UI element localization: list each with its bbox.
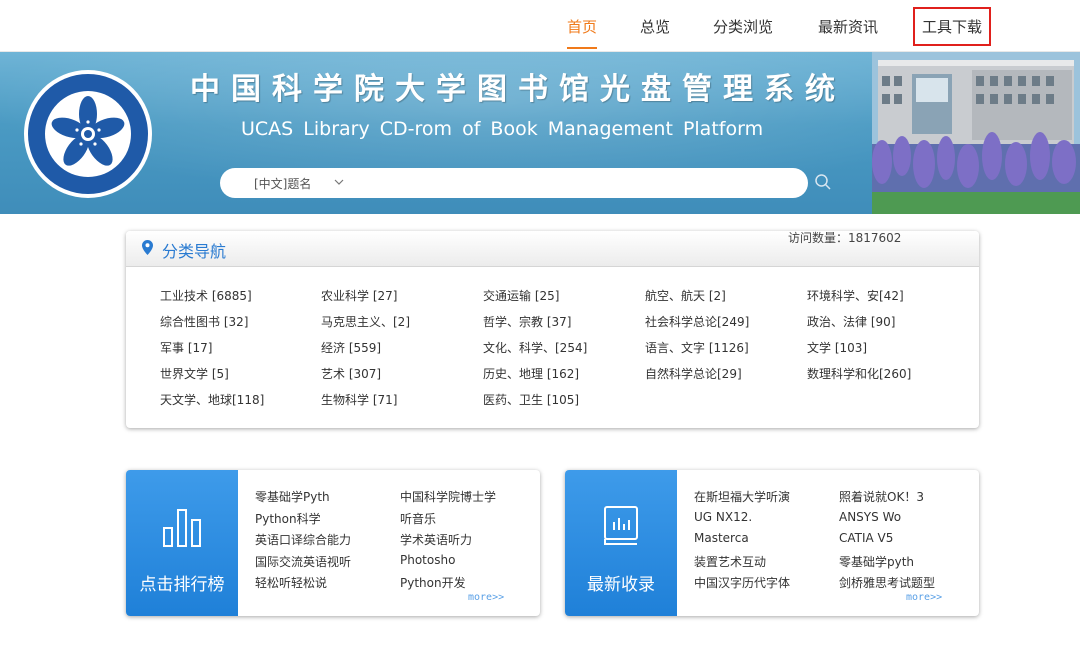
- ranking-title: 点击排行榜: [139, 575, 225, 595]
- ranking-link[interactable]: 轻松听轻松说: [255, 574, 327, 591]
- category-item[interactable]: 世界文学 [5]: [160, 365, 229, 382]
- ranking-link[interactable]: 学术英语听力: [400, 531, 472, 548]
- ranking-link[interactable]: 零基础学Pyth: [255, 488, 330, 505]
- category-item[interactable]: 军事 [17]: [160, 339, 212, 356]
- ranking-link[interactable]: 国际交流英语视听: [255, 553, 351, 570]
- newest-card: 最新收录 在斯坦福大学听演 照着说就OK！3 UG NX12. ANSYS Wo Mas…: [565, 470, 979, 616]
- nav-category-browse[interactable]: 分类浏览: [713, 16, 773, 37]
- newest-title: 最新收录: [587, 575, 655, 595]
- category-item[interactable]: 航空、航天 [2]: [645, 287, 726, 304]
- category-item[interactable]: 马克思主义、[2]: [321, 313, 410, 330]
- category-item[interactable]: 天文学、地球[118]: [160, 391, 264, 408]
- ranking-link[interactable]: Python开发: [400, 574, 466, 591]
- visit-count: 访问数量：1817602: [788, 231, 902, 245]
- ranking-link[interactable]: 英语口译综合能力: [255, 531, 351, 548]
- newest-link[interactable]: 剑桥雅思考试题型: [839, 574, 935, 591]
- book-icon: [604, 506, 638, 545]
- category-item[interactable]: 数理科学和化[260]: [807, 365, 911, 382]
- category-item[interactable]: 哲学、宗教 [37]: [483, 313, 571, 330]
- campus-building-image: [872, 52, 1080, 214]
- location-pin-icon: [142, 240, 153, 255]
- category-item[interactable]: 农业科学 [27]: [321, 287, 397, 304]
- category-item[interactable]: 工业技术 [6885]: [160, 287, 252, 304]
- category-nav-title: 分类导航: [162, 242, 227, 261]
- ranking-card: 点击排行榜 零基础学Pyth 中国科学院博士学 Python科学 听音乐英语口译综合能…: [126, 470, 540, 616]
- banner: 中国科学院大学图书馆光盘管理系统 UCAS Library CD-rom of …: [0, 52, 1080, 214]
- ranking-link[interactable]: 听音乐: [400, 510, 436, 527]
- category-item[interactable]: 自然科学总论[29]: [645, 365, 742, 382]
- site-title-en: UCAS Library CD-rom of Book Management P…: [241, 118, 764, 140]
- newest-link[interactable]: CATIA V5: [839, 531, 893, 545]
- newest-tile[interactable]: 最新收录: [565, 470, 677, 616]
- ranking-tile[interactable]: 点击排行榜: [126, 470, 238, 616]
- category-item[interactable]: 综合性图书 [32]: [160, 313, 248, 330]
- nav-home[interactable]: 首页: [567, 16, 598, 49]
- nav-latest-news[interactable]: 最新资讯: [818, 16, 878, 37]
- newest-link[interactable]: 照着说就OK！3: [839, 488, 924, 505]
- newest-link[interactable]: Masterca: [694, 531, 749, 545]
- newest-link[interactable]: 零基础学pyth: [839, 553, 914, 570]
- category-item[interactable]: 交通运输 [25]: [483, 287, 559, 304]
- category-item[interactable]: 社会科学总论[249]: [645, 313, 749, 330]
- cas-logo: [24, 70, 152, 198]
- category-nav-panel: 分类导航 工业技术 [6885] 农业科学 [27] 交通运输 [25] 航空、航天 …: [126, 231, 979, 428]
- category-item[interactable]: 文化、科学、[254]: [483, 339, 587, 356]
- newest-link[interactable]: UG NX12.: [694, 510, 752, 524]
- ranking-more-link[interactable]: more>>: [468, 592, 504, 603]
- category-item[interactable]: 生物科学 [71]: [321, 391, 397, 408]
- category-item[interactable]: 语言、文字 [1126]: [645, 339, 749, 356]
- ranking-link[interactable]: 中国科学院博士学: [400, 488, 496, 505]
- newest-link[interactable]: 装置艺术互动: [694, 553, 766, 570]
- newest-link[interactable]: ANSYS Wo: [839, 510, 901, 524]
- category-item[interactable]: 艺术 [307]: [321, 365, 381, 382]
- nav-overview[interactable]: 总览: [640, 16, 670, 37]
- chevron-down-icon[interactable]: [333, 176, 345, 188]
- top-nav: 首页 总览 分类浏览 最新资讯 工具下载: [0, 0, 1080, 52]
- newest-link[interactable]: 中国汉字历代字体: [694, 574, 790, 591]
- category-item[interactable]: 政治、法律 [90]: [807, 313, 895, 330]
- category-item[interactable]: 经济 [559]: [321, 339, 381, 356]
- search-input[interactable]: [360, 172, 780, 194]
- ranking-link[interactable]: Photosho: [400, 553, 455, 567]
- ranking-link[interactable]: Python科学: [255, 510, 321, 527]
- search-bar: [中文]题名: [220, 168, 808, 198]
- nav-tools-download[interactable]: 工具下载: [912, 7, 992, 46]
- category-item[interactable]: 文学 [103]: [807, 339, 867, 356]
- category-item[interactable]: 环境科学、安[42]: [807, 287, 904, 304]
- category-item[interactable]: 医药、卫生 [105]: [483, 391, 579, 408]
- site-title-cn: 中国科学院大学图书馆光盘管理系统: [190, 72, 846, 107]
- category-item[interactable]: 历史、地理 [162]: [483, 365, 579, 382]
- search-field-select[interactable]: [中文]题名: [254, 175, 311, 192]
- search-icon[interactable]: [814, 173, 832, 191]
- newest-more-link[interactable]: more>>: [906, 592, 942, 603]
- bar-chart-icon: [163, 509, 201, 547]
- newest-link[interactable]: 在斯坦福大学听演: [694, 488, 790, 505]
